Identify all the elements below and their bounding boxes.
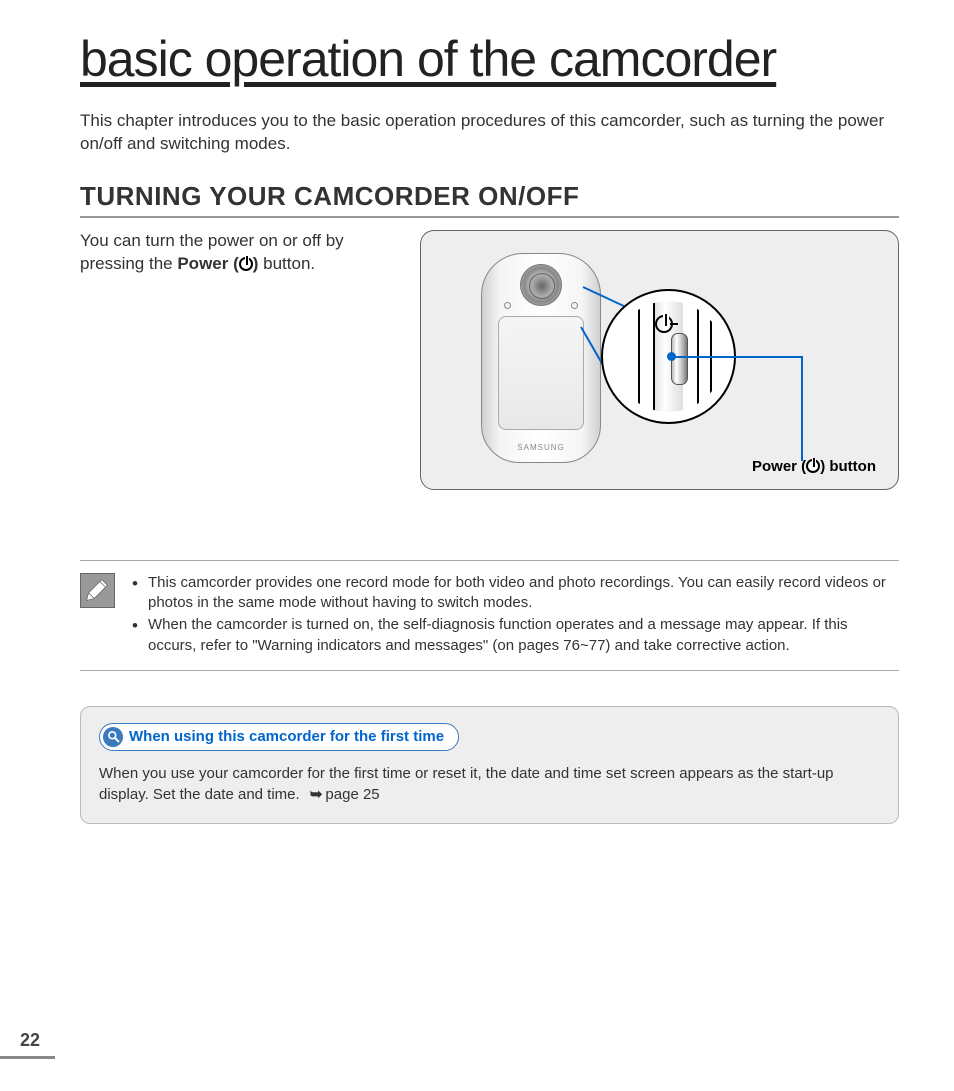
tip-body-text: When you use your camcorder for the firs… — [99, 763, 880, 805]
device-lens — [520, 264, 562, 306]
tip-header: When using this camcorder for the first … — [99, 723, 459, 751]
note-list: This camcorder provides one record mode … — [130, 573, 899, 658]
callout-line — [801, 356, 803, 461]
text-fragment: button. — [258, 254, 315, 273]
device-hole — [504, 302, 511, 309]
page-number: 22 — [20, 1030, 40, 1051]
power-button-callout-label: Power ( ) button — [748, 456, 880, 477]
page-reference: page 25 — [325, 786, 379, 803]
callout-line — [673, 356, 721, 358]
page-title: basic operation of the camcorder — [80, 30, 899, 88]
device-body: SAMSUNG — [481, 253, 601, 463]
tip-header-text: When using this camcorder for the first … — [129, 728, 444, 745]
device-lens-inner — [529, 273, 555, 299]
device-hole — [571, 302, 578, 309]
label-text: Power ( — [752, 458, 806, 475]
magnifier-icon — [103, 727, 123, 747]
device-screen — [498, 316, 584, 430]
power-icon — [655, 315, 673, 333]
note-pencil-icon — [80, 573, 115, 608]
callout-line — [721, 356, 803, 358]
arrow-icon: ➥ — [310, 784, 323, 805]
power-icon — [806, 459, 820, 473]
device-brand-logo: SAMSUNG — [482, 443, 600, 452]
note-item: When the camcorder is turned on, the sel… — [130, 615, 899, 656]
power-instruction-text: You can turn the power on or off by pres… — [80, 230, 400, 490]
note-item: This camcorder provides one record mode … — [130, 573, 899, 614]
footer-rule — [0, 1056, 55, 1059]
intro-paragraph: This chapter introduces you to the basic… — [80, 110, 899, 156]
power-icon — [239, 257, 253, 271]
camcorder-illustration: SAMSUNG Power ( ) button — [420, 230, 899, 490]
note-block: This camcorder provides one record mode … — [80, 560, 899, 671]
label-text: ) button — [820, 458, 876, 475]
power-label-text: Power ( — [177, 254, 238, 273]
text-fragment: When you use your camcorder for the firs… — [99, 765, 834, 803]
tip-box-first-time: When using this camcorder for the first … — [80, 706, 899, 824]
section-body: You can turn the power on or off by pres… — [80, 230, 899, 490]
section-heading-turning-on-off: TURNING YOUR CAMCORDER ON/OFF — [80, 181, 899, 218]
